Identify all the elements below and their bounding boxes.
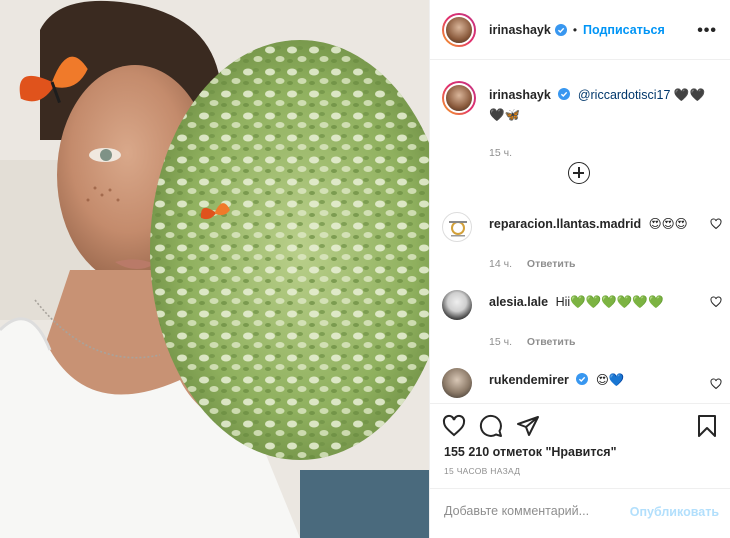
verified-icon <box>576 373 589 385</box>
comment-username[interactable]: reparacion.llantas.madrid <box>489 217 641 231</box>
comment-username[interactable]: rukendemirer <box>489 373 569 387</box>
comment-body: 😍😍😍 <box>648 217 688 231</box>
like-comment-heart-icon[interactable] <box>710 378 722 390</box>
like-comment-heart-icon[interactable] <box>710 296 722 308</box>
comment-avatar[interactable] <box>442 368 472 398</box>
caption-avatar[interactable] <box>442 81 476 115</box>
comment-time[interactable]: 15 ч. <box>489 336 512 348</box>
share-icon[interactable] <box>516 414 540 438</box>
comment-text: rukendemirer 😍💙 <box>489 370 689 390</box>
caption-username[interactable]: irinashayk <box>489 88 551 102</box>
author-avatar[interactable] <box>442 12 476 47</box>
reply-button[interactable]: Ответить <box>527 336 576 348</box>
comment-avatar[interactable] <box>442 212 472 242</box>
comment-icon[interactable] <box>479 414 503 438</box>
comment-meta: 15 ч. Ответить <box>489 336 575 348</box>
caption-emojis-2: 🖤🦋 <box>489 108 521 122</box>
comment-username[interactable]: alesia.lale <box>489 295 548 309</box>
comment-input[interactable] <box>444 504 624 518</box>
follow-button[interactable]: Подписаться <box>583 23 665 37</box>
comment-meta: 14 ч. Ответить <box>489 258 575 270</box>
likes-count[interactable]: 155 210 отметок "Нравится" <box>444 445 617 459</box>
photo-illustration <box>0 0 429 538</box>
verified-icon <box>554 23 567 36</box>
comment-avatar[interactable] <box>442 290 472 320</box>
publish-button[interactable]: Опубликовать <box>630 505 719 519</box>
like-comment-heart-icon[interactable] <box>710 218 722 230</box>
caption-text: irinashayk @riccardotisci17 🖤🖤 🖤🦋 <box>489 85 714 125</box>
comments-list[interactable]: irinashayk @riccardotisci17 🖤🖤 🖤🦋 15 ч. <box>430 61 730 403</box>
caption-time[interactable]: 15 ч. <box>489 147 512 159</box>
caption-emojis-1: 🖤🖤 <box>673 88 706 102</box>
bookmark-icon[interactable] <box>695 414 719 438</box>
post-photo[interactable] <box>0 0 429 538</box>
load-more-comments-button[interactable] <box>568 162 590 184</box>
comment-body: 😍💙 <box>595 373 625 387</box>
post-timestamp[interactable]: 15 ЧАСОВ НАЗАД <box>444 466 520 476</box>
heart-icon[interactable] <box>442 414 466 438</box>
tire-logo-icon <box>449 221 467 237</box>
comment-body: Hii💚💚💚💚💚💚 <box>555 295 664 309</box>
reply-button[interactable]: Ответить <box>527 258 576 270</box>
add-comment-bar: Опубликовать <box>430 488 730 538</box>
post-header: irinashayk • Подписаться ••• <box>430 0 730 60</box>
comment-text: reparacion.llantas.madrid 😍😍😍 <box>489 214 689 234</box>
post-actions: 155 210 отметок "Нравится" 15 ЧАСОВ НАЗА… <box>430 403 730 483</box>
comment-time[interactable]: 14 ч. <box>489 258 512 270</box>
comment-text: alesia.lale Hii💚💚💚💚💚💚 <box>489 292 689 312</box>
verified-icon <box>558 88 571 100</box>
author-username[interactable]: irinashayk <box>489 23 551 37</box>
separator-dot: • <box>572 22 578 37</box>
more-options-icon[interactable]: ••• <box>697 22 717 40</box>
post-side-panel: irinashayk • Подписаться ••• irinashayk … <box>429 0 730 538</box>
caption-mention[interactable]: @riccardotisci17 <box>578 88 671 102</box>
